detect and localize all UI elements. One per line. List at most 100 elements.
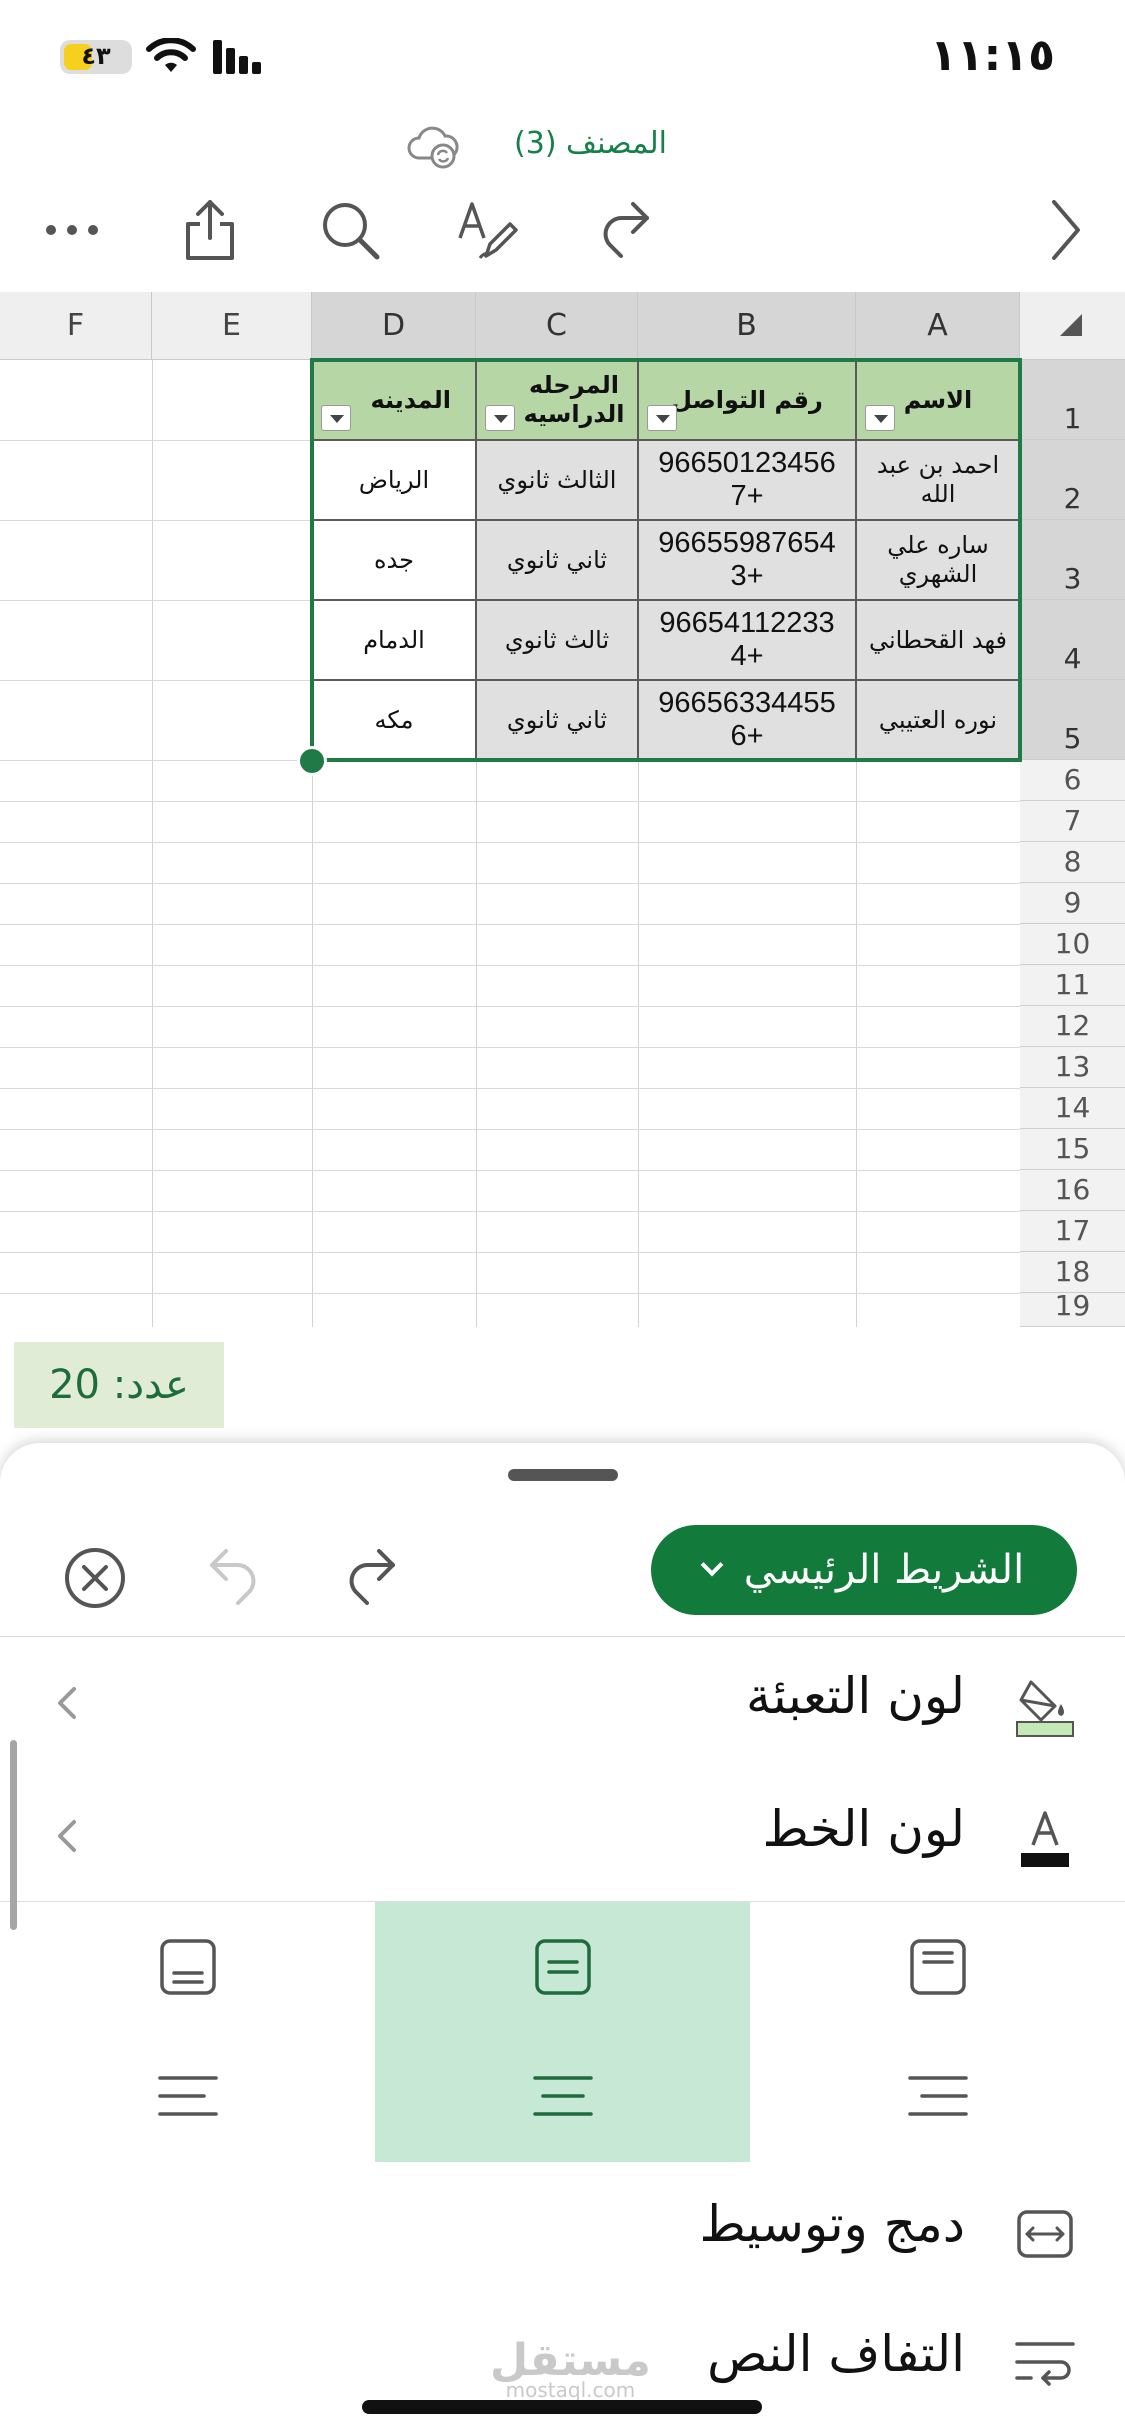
merge-center-icon (1010, 2199, 1080, 2269)
redo-icon (603, 202, 649, 258)
row-header[interactable]: 10 (1020, 924, 1125, 965)
row-header[interactable]: 6 (1020, 760, 1125, 801)
row-header[interactable]: 11 (1020, 965, 1125, 1006)
home-indicator[interactable] (362, 2400, 762, 2414)
gridline (0, 1088, 1020, 1089)
column-header-b[interactable]: B (638, 292, 856, 360)
align-bottom-button[interactable] (0, 1902, 375, 2032)
fill-color-row[interactable]: لون التعبئة (0, 1643, 1125, 1763)
document-title[interactable]: المصنف (3) (0, 118, 1125, 178)
watermark-site: mostaql.com (505, 2378, 636, 2402)
align-middle-button[interactable] (375, 1902, 750, 2032)
gridline (0, 1293, 1020, 1294)
wrap-text-icon (1010, 2329, 1080, 2399)
undo-icon (210, 1549, 256, 1605)
gridline (0, 1211, 1020, 1212)
watermark: مستقل mostaql.com (490, 2335, 651, 2402)
gridline (0, 1170, 1020, 1171)
row-header[interactable]: 5 (1020, 680, 1125, 760)
ribbon-tab-selector[interactable]: الشريط الرئيسي (651, 1525, 1077, 1615)
align-top-button[interactable] (750, 1902, 1125, 2032)
row-header[interactable]: 7 (1020, 801, 1125, 842)
row-header[interactable]: 17 (1020, 1211, 1125, 1252)
status-count[interactable]: عدد: 20 (14, 1342, 224, 1428)
search-icon (323, 203, 380, 260)
undo-button[interactable] (195, 1538, 275, 1618)
column-header-d[interactable]: D (312, 292, 476, 360)
ribbon-tab-label: الشريط الرئيسي (743, 1547, 1025, 1593)
fill-color-icon (1010, 1671, 1080, 1741)
selection-handle[interactable] (297, 746, 327, 776)
chevron-left-icon (58, 1687, 76, 1719)
scrollbar[interactable] (10, 1740, 17, 1930)
row-header[interactable]: 9 (1020, 883, 1125, 924)
redo-icon (349, 1549, 395, 1605)
search-button[interactable] (310, 190, 390, 270)
align-top-icon (909, 1939, 966, 1995)
align-left-button[interactable] (0, 2032, 375, 2162)
column-header-a[interactable]: A (856, 292, 1020, 360)
row-header[interactable]: 12 (1020, 1006, 1125, 1047)
toolbar (0, 190, 1125, 290)
share-button[interactable] (170, 190, 250, 270)
ribbon-sheet: الشريط الرئيسي لون التعبئة لون الخط دمج … (0, 1443, 1125, 2436)
font-color-icon (1010, 1804, 1080, 1874)
row-header[interactable]: 15 (1020, 1129, 1125, 1170)
row-header[interactable]: 14 (1020, 1088, 1125, 1129)
merge-center-label: دمج وتوسيط (699, 2195, 965, 2253)
gridline (0, 1129, 1020, 1130)
row-header[interactable]: 19 (1020, 1289, 1125, 1327)
row-header[interactable]: 4 (1020, 600, 1125, 680)
align-bottom-icon (159, 1939, 216, 1995)
redo-button[interactable] (330, 1538, 410, 1618)
battery-indicator: ٤٣ (60, 40, 132, 74)
forward-button[interactable] (1025, 190, 1105, 270)
row-header[interactable]: 2 (1020, 440, 1125, 520)
more-icon (46, 225, 98, 235)
row-header[interactable]: 3 (1020, 520, 1125, 600)
more-button[interactable] (32, 190, 112, 270)
row-header[interactable]: 8 (1020, 842, 1125, 883)
row-header[interactable]: 13 (1020, 1047, 1125, 1088)
gridline (0, 965, 1020, 966)
wrap-text-label: التفاف النص (707, 2325, 965, 2383)
cellular-signal-icon (213, 40, 261, 74)
align-center-icon (532, 2076, 593, 2116)
sheet-grabber[interactable] (508, 1469, 618, 1481)
merge-center-row[interactable]: دمج وتوسيط (0, 2171, 1125, 2291)
column-header-e[interactable]: E (152, 292, 312, 360)
close-icon (65, 1548, 125, 1608)
status-count-text: عدد: 20 (49, 1362, 189, 1408)
gridline (0, 801, 1020, 802)
font-color-row[interactable]: لون الخط (0, 1776, 1125, 1896)
row-header[interactable]: 1 (1020, 360, 1125, 440)
font-color-label: لون الخط (762, 1800, 965, 1858)
document-title-text: المصنف (3) (514, 126, 667, 161)
spreadsheet-grid[interactable]: F E D C B A 1 2 3 4 5 6 7 8 9 10 11 12 1… (0, 292, 1125, 1327)
clock: ١١:١٥ (929, 30, 1055, 81)
battery-level: ٤٣ (81, 42, 111, 70)
gridline (0, 1252, 1020, 1253)
align-left-icon (157, 2076, 218, 2116)
column-header-c[interactable]: C (476, 292, 638, 360)
wifi-icon (146, 38, 196, 72)
gridline (0, 1047, 1020, 1048)
gridline (0, 1006, 1020, 1007)
align-right-button[interactable] (750, 2032, 1125, 2162)
select-all-corner[interactable] (1020, 292, 1125, 360)
forward-chevron-icon (1052, 200, 1080, 260)
gridline (152, 360, 153, 1327)
status-bar: ٤٣ ١١:١٥ (0, 0, 1125, 120)
draw-icon (458, 202, 518, 259)
redo-button[interactable] (585, 190, 665, 270)
align-center-button[interactable] (375, 2032, 750, 2162)
row-header[interactable]: 18 (1020, 1252, 1125, 1293)
align-middle-icon (534, 1939, 591, 1995)
row-header[interactable]: 16 (1020, 1170, 1125, 1211)
close-button[interactable] (55, 1538, 135, 1618)
draw-button[interactable] (448, 190, 528, 270)
column-header-f[interactable]: F (0, 292, 152, 360)
select-all-icon (1060, 314, 1082, 336)
gridline (0, 842, 1020, 843)
divider (0, 1636, 1125, 1637)
